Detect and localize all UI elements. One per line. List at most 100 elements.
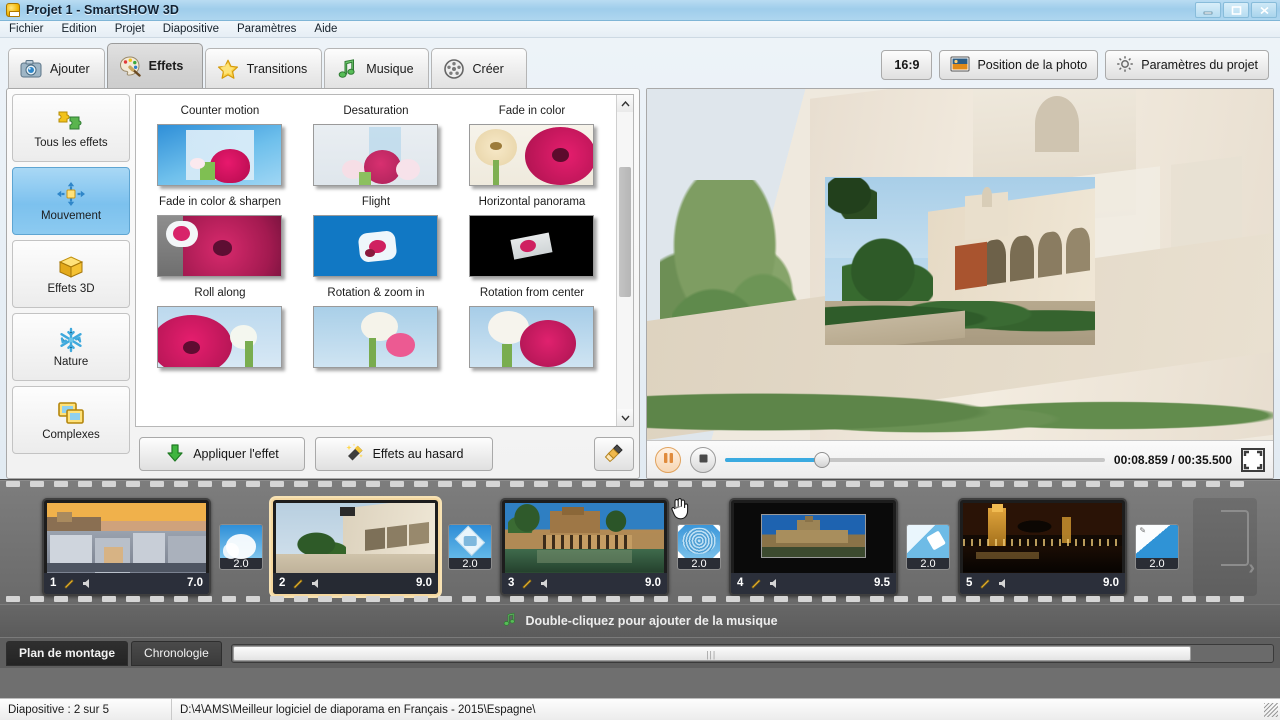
slide-duration[interactable]: 9.0 <box>645 577 661 589</box>
window-controls <box>1195 2 1277 18</box>
slide-item[interactable]: 3 9.0 <box>500 497 669 596</box>
menu-aide[interactable]: Aide <box>305 22 346 36</box>
pencil-icon[interactable] <box>978 577 991 590</box>
gear-icon <box>1116 55 1134 76</box>
pencil-icon[interactable] <box>520 577 533 590</box>
tab-musique[interactable]: Musique <box>324 48 429 88</box>
effect-thumbnail[interactable] <box>157 306 283 368</box>
scroll-down-icon[interactable] <box>617 409 633 426</box>
transition-item[interactable]: 2.0 <box>669 523 729 570</box>
close-button[interactable] <box>1251 2 1277 18</box>
category-mouvement[interactable]: Mouvement <box>12 167 130 235</box>
apply-effect-button[interactable]: Appliquer l'effet <box>139 437 305 471</box>
speaker-icon[interactable] <box>310 577 323 590</box>
effect-item[interactable]: Fade in color <box>454 103 610 186</box>
effect-item[interactable]: Horizontal panorama <box>454 194 610 277</box>
tab-ajouter[interactable]: Ajouter <box>8 48 105 88</box>
pencil-icon[interactable] <box>749 577 762 590</box>
effect-item[interactable]: Desaturation <box>298 103 454 186</box>
effect-thumbnail[interactable] <box>313 306 439 368</box>
category-tous-les-effets[interactable]: Tous les effets <box>12 94 130 162</box>
timeline-horizontal-scrollbar[interactable]: ||| <box>230 643 1274 663</box>
scrollbar-track[interactable] <box>617 112 633 409</box>
effect-item[interactable]: Rotation from center <box>454 285 610 368</box>
transition-item[interactable]: 2.0 <box>440 523 500 570</box>
effect-item[interactable]: Rotation & zoom in <box>298 285 454 368</box>
transition-item[interactable]: 2.0 <box>898 523 958 570</box>
music-track[interactable]: Double-cliquez pour ajouter de la musiqu… <box>0 604 1280 637</box>
resize-grip-icon[interactable] <box>1264 702 1278 717</box>
transition-thumbnail[interactable]: 2.0 <box>906 523 950 570</box>
transition-thumbnail[interactable]: 2.0 <box>219 523 263 570</box>
menu-diapositive[interactable]: Diapositive <box>154 22 228 36</box>
effect-thumbnail[interactable] <box>469 215 595 277</box>
tab-effets[interactable]: Effets <box>106 43 203 88</box>
speaker-icon[interactable] <box>539 577 552 590</box>
transition-item[interactable]: ✎ 2.0 <box>1127 523 1187 570</box>
snowflake-icon <box>56 327 86 353</box>
tab-chronologie[interactable]: Chronologie <box>131 640 222 666</box>
effect-item[interactable]: Fade in color & sharpen <box>142 194 298 277</box>
aspect-ratio-button[interactable]: 16:9 <box>881 50 933 80</box>
clear-effect-button[interactable] <box>594 437 634 471</box>
effect-thumbnail[interactable] <box>313 215 439 277</box>
slide-item[interactable]: 2 9.0 <box>271 497 440 596</box>
effect-item[interactable]: Roll along <box>142 285 298 368</box>
photo-position-button[interactable]: Position de la photo <box>939 50 1099 80</box>
application-window: Projet 1 - SmartSHOW 3D Fichier Edition … <box>0 0 1280 720</box>
slide-duration[interactable]: 9.0 <box>416 577 432 589</box>
category-complexes[interactable]: Complexes <box>12 386 130 454</box>
slide-duration[interactable]: 7.0 <box>187 577 203 589</box>
pencil-icon[interactable] <box>62 577 75 590</box>
effect-thumbnail[interactable] <box>313 124 439 186</box>
scroll-up-icon[interactable] <box>617 95 633 112</box>
pause-button[interactable] <box>655 446 681 473</box>
preview-stage[interactable] <box>647 89 1273 440</box>
minimize-button[interactable] <box>1195 2 1221 18</box>
seek-slider[interactable] <box>725 450 1105 470</box>
slide-duration[interactable]: 9.5 <box>874 577 890 589</box>
transition-thumbnail[interactable]: 2.0 <box>677 523 721 570</box>
effect-thumbnail[interactable] <box>157 215 283 277</box>
category-effets-3d[interactable]: Effets 3D <box>12 240 130 308</box>
menu-fichier[interactable]: Fichier <box>0 22 53 36</box>
slide-item[interactable]: 5 9.0 <box>958 497 1127 596</box>
tab-creer[interactable]: Créer <box>430 48 527 88</box>
scrollbar-thumb[interactable] <box>619 167 631 297</box>
stop-button[interactable] <box>690 446 716 473</box>
timeline-next-area[interactable]: › <box>1193 497 1257 596</box>
pencil-icon[interactable] <box>291 577 304 590</box>
fullscreen-button[interactable] <box>1241 447 1265 472</box>
transition-duration[interactable]: 2.0 <box>907 558 949 569</box>
random-effects-button[interactable]: Effets au hasard <box>315 437 493 471</box>
menu-edition[interactable]: Edition <box>53 22 106 36</box>
slide-item[interactable]: 1 7.0 <box>42 497 211 596</box>
seek-handle[interactable] <box>813 451 830 468</box>
effect-item[interactable]: Counter motion <box>142 103 298 186</box>
menu-projet[interactable]: Projet <box>106 22 154 36</box>
effect-item[interactable]: Flight <box>298 194 454 277</box>
transition-duration[interactable]: 2.0 <box>678 558 720 569</box>
tab-transitions[interactable]: Transitions <box>204 48 323 88</box>
transition-thumbnail[interactable]: ✎ 2.0 <box>1135 523 1179 570</box>
speaker-icon[interactable] <box>768 577 781 590</box>
project-settings-button[interactable]: Paramètres du projet <box>1105 50 1269 80</box>
slide-item[interactable]: 4 9.5 <box>729 497 898 596</box>
timeline-scroll-thumb[interactable]: ||| <box>232 645 1191 661</box>
speaker-icon[interactable] <box>997 577 1010 590</box>
transition-duration[interactable]: 2.0 <box>1136 558 1178 569</box>
maximize-button[interactable] <box>1223 2 1249 18</box>
effect-thumbnail[interactable] <box>469 124 595 186</box>
menu-parametres[interactable]: Paramètres <box>228 22 305 36</box>
category-nature[interactable]: Nature <box>12 313 130 381</box>
transition-duration[interactable]: 2.0 <box>220 558 262 569</box>
effect-thumbnail[interactable] <box>469 306 595 368</box>
transition-thumbnail[interactable]: 2.0 <box>448 523 492 570</box>
tab-plan-de-montage[interactable]: Plan de montage <box>6 640 129 666</box>
transition-item[interactable]: 2.0 <box>211 523 271 570</box>
effects-scrollbar[interactable] <box>616 95 633 426</box>
transition-duration[interactable]: 2.0 <box>449 558 491 569</box>
effect-thumbnail[interactable] <box>157 124 283 186</box>
speaker-icon[interactable] <box>81 577 94 590</box>
slide-duration[interactable]: 9.0 <box>1103 577 1119 589</box>
